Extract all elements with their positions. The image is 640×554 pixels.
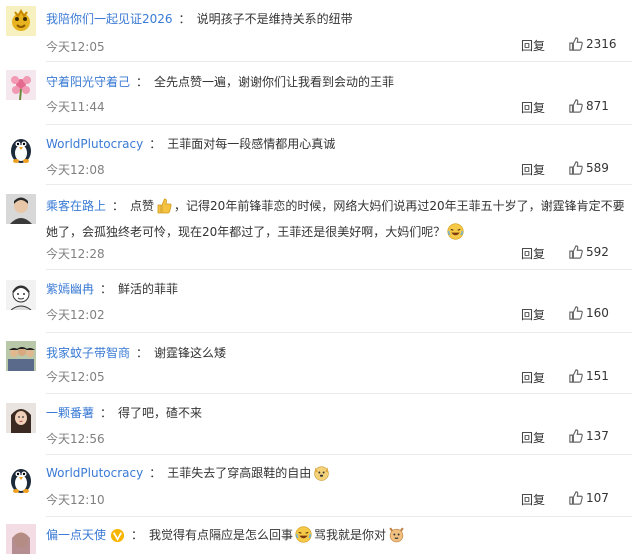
avatar[interactable] <box>6 524 36 554</box>
avatar[interactable] <box>6 403 36 433</box>
comment-time: 今天12:02 <box>46 308 105 322</box>
colon: ： <box>178 12 191 26</box>
cat-emoji-icon <box>388 526 405 550</box>
like-button[interactable]: 589 <box>569 161 609 175</box>
like-count: 589 <box>586 161 609 175</box>
reply-button[interactable]: 回复 <box>521 245 545 262</box>
like-button[interactable]: 160 <box>569 306 609 320</box>
comment-text: 谢霆锋这么矮 <box>154 346 227 360</box>
comment-time: 今天12:08 <box>46 163 105 177</box>
thumbs-up-icon <box>569 306 583 320</box>
comment-time: 今天12:05 <box>46 40 105 54</box>
like-button[interactable]: 137 <box>569 429 609 443</box>
like-count: 2316 <box>586 37 617 51</box>
like-count: 160 <box>586 306 609 320</box>
comment-text: 得了吧，碴不来 <box>118 406 203 420</box>
colon: ： <box>131 528 144 542</box>
username-link[interactable]: 紫嫣幽冉 <box>46 282 94 296</box>
username-link[interactable]: WorldPlutocracy <box>46 137 143 151</box>
thumbs-up-icon <box>569 37 583 51</box>
thumbs-up-icon <box>569 429 583 443</box>
comment-text: 点赞 <box>130 199 155 213</box>
comment-text: 王菲失去了穿高跟鞋的自由 <box>167 466 312 480</box>
colon: ： <box>149 137 162 151</box>
comment-time: 今天12:05 <box>46 370 105 384</box>
divider <box>46 393 632 394</box>
colon: ： <box>100 282 113 296</box>
divider <box>46 269 632 270</box>
like-button[interactable]: 871 <box>569 99 609 113</box>
thumbs-up-icon <box>569 491 583 505</box>
colon: ： <box>136 346 149 360</box>
like-count: 871 <box>586 99 609 113</box>
comment-text: 说明孩子不是维持关系的纽带 <box>196 12 353 26</box>
comment-text: 王菲面对每一段感情都用心真诚 <box>167 137 336 151</box>
username-link[interactable]: 守着阳光守着己 <box>46 75 130 89</box>
comment-text: 全先点赞一遍，谢谢你们让我看到会动的王菲 <box>154 75 395 89</box>
like-count: 151 <box>586 369 609 383</box>
colon: ： <box>149 466 162 480</box>
like-count: 107 <box>586 491 609 505</box>
avatar[interactable] <box>6 341 36 371</box>
colon: ： <box>112 199 125 213</box>
colon: ： <box>136 75 149 89</box>
avatar[interactable] <box>6 70 36 100</box>
username-link[interactable]: 偏一点天使 <box>46 528 106 542</box>
laughing-emoji-icon <box>295 526 312 550</box>
thumbs-up-icon <box>569 369 583 383</box>
username-link[interactable]: 一颗番薯 <box>46 406 94 420</box>
reply-button[interactable]: 回复 <box>521 37 545 54</box>
divider <box>46 61 632 62</box>
avatar[interactable] <box>6 463 36 493</box>
colon: ： <box>100 406 113 420</box>
divider <box>46 454 632 455</box>
divider <box>46 124 632 125</box>
reply-button[interactable]: 回复 <box>521 429 545 446</box>
reply-button[interactable]: 回复 <box>521 306 545 323</box>
reply-button[interactable]: 回复 <box>521 99 545 116</box>
username-link[interactable]: 我家蚊子带智商 <box>46 346 130 360</box>
username-link[interactable]: WorldPlutocracy <box>46 466 143 480</box>
laughing-emoji-icon <box>447 223 464 247</box>
reply-button[interactable]: 回复 <box>521 161 545 178</box>
vip-badge-icon <box>110 528 125 550</box>
avatar[interactable] <box>6 6 36 36</box>
like-count: 137 <box>586 429 609 443</box>
dog-emoji-icon <box>313 464 330 488</box>
comment-text-continued: 骂我就是你对 <box>314 528 387 542</box>
divider <box>46 516 632 517</box>
avatar[interactable] <box>6 194 36 224</box>
reply-button[interactable]: 回复 <box>521 369 545 386</box>
like-button[interactable]: 2316 <box>569 37 617 51</box>
like-button[interactable]: 107 <box>569 491 609 505</box>
reply-button[interactable]: 回复 <box>521 491 545 508</box>
like-button[interactable]: 592 <box>569 245 609 259</box>
thumbs-up-icon <box>569 245 583 259</box>
comment-time: 今天12:28 <box>46 247 105 261</box>
avatar[interactable] <box>6 133 36 163</box>
comment-time: 今天11:44 <box>46 100 105 114</box>
thumbs-up-icon <box>569 99 583 113</box>
like-button[interactable]: 151 <box>569 369 609 383</box>
divider <box>46 184 632 185</box>
divider <box>46 332 632 333</box>
comment-text: 鲜活的菲菲 <box>118 282 179 296</box>
thumbs-up-icon <box>569 161 583 175</box>
username-link[interactable]: 我陪你们一起见证2026 <box>46 12 173 26</box>
thumbs-up-emoji-icon <box>156 198 172 221</box>
avatar[interactable] <box>6 280 36 310</box>
comment-time: 今天12:10 <box>46 493 105 507</box>
comment-time: 今天12:56 <box>46 432 105 446</box>
comment-text: 我觉得有点隔应是怎么回事 <box>149 528 294 542</box>
username-link[interactable]: 乘客在路上 <box>46 199 106 213</box>
like-count: 592 <box>586 245 609 259</box>
